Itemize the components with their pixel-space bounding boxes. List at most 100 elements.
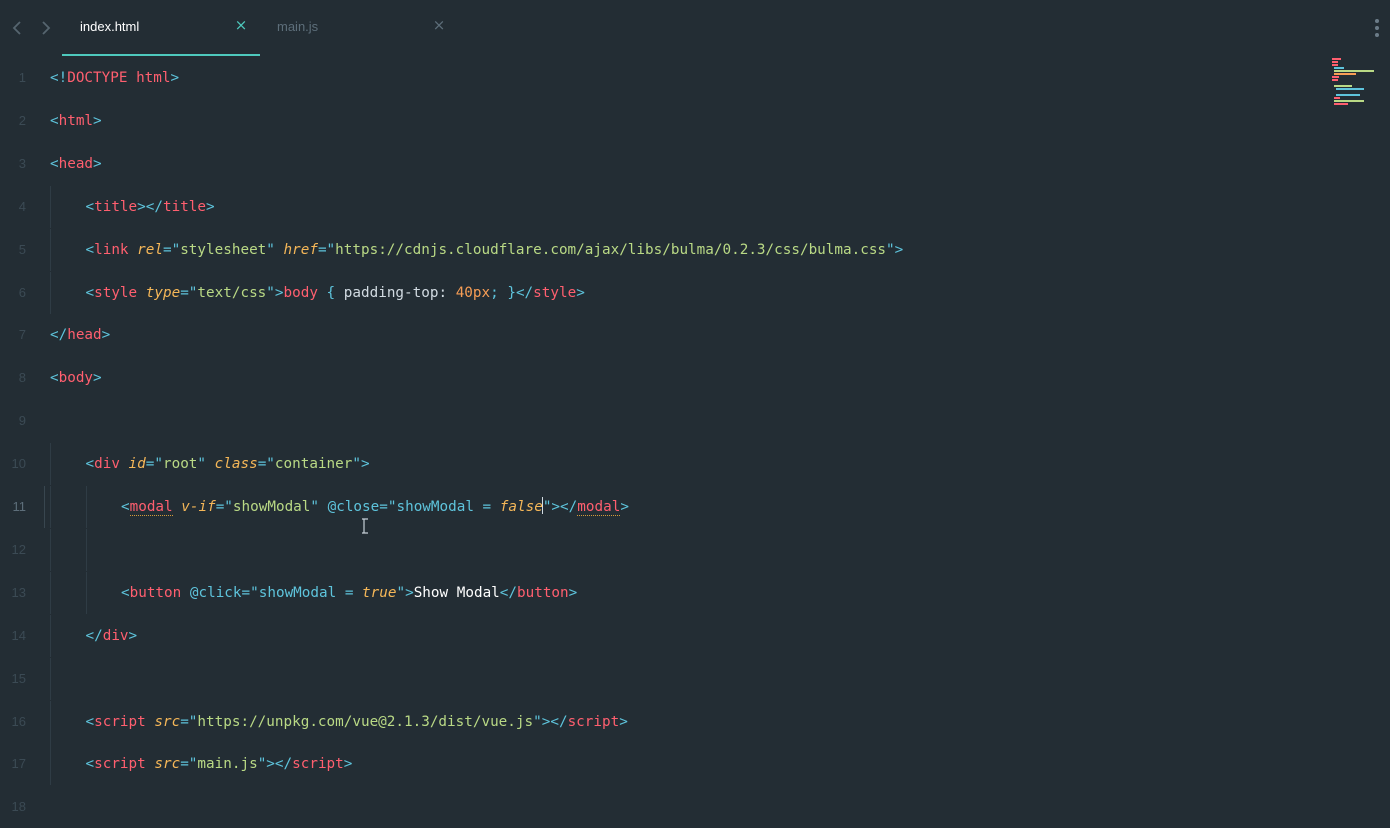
tab-bar: index.html × main.js ×	[0, 0, 1390, 57]
tab-main-js[interactable]: main.js ×	[259, 0, 457, 57]
code-token: </	[50, 327, 68, 344]
code-token: <	[85, 456, 95, 473]
indent-guide	[50, 443, 51, 486]
code-token: ="	[215, 499, 233, 515]
code-token: DOCTYPE html	[67, 70, 171, 86]
code-text: <script src="main.js"></script>	[86, 743, 353, 785]
line-number-text: 9	[18, 413, 26, 429]
code-token: ">	[886, 241, 904, 258]
line-number-text: 6	[18, 284, 26, 300]
code-text: <body>	[50, 357, 102, 399]
code-token: "	[266, 241, 284, 258]
forward-button[interactable]	[36, 18, 56, 38]
code-line[interactable]: 9	[0, 400, 1320, 442]
code-line[interactable]: 16 <script src="https://unpkg.com/vue@2.1…	[0, 700, 1320, 743]
code-token: ="	[317, 241, 336, 258]
line-number-text: 2	[18, 112, 26, 128]
code-text: <link rel="stylesheet" href="https://cdn…	[86, 229, 904, 271]
code-line[interactable]: 6 <style type="text/css">body { padding-t…	[0, 271, 1320, 314]
code-token: <	[85, 756, 95, 773]
code-token: <	[121, 584, 130, 601]
code-text: <!DOCTYPE html>	[50, 57, 179, 99]
code-line[interactable]: 3 <head>	[0, 143, 1320, 185]
code-token: script	[94, 713, 155, 730]
code-line[interactable]: 18	[0, 786, 1320, 828]
code-token: showModal	[232, 499, 311, 515]
line-number: 4	[0, 186, 44, 228]
code-token: >	[619, 713, 628, 730]
tab-index-html[interactable]: index.html ×	[62, 0, 260, 57]
line-number: 6	[0, 272, 44, 314]
indent-guide	[50, 486, 51, 528]
code-token: ="	[180, 713, 198, 730]
code-token: body	[58, 370, 94, 387]
code-line[interactable]: 4 <title></title>	[0, 185, 1320, 228]
indent-guide	[85, 528, 87, 571]
code-line[interactable]: 8 <body>	[0, 357, 1320, 399]
code-line[interactable]: 13 <button @click="showModal = true">Show…	[0, 571, 1320, 614]
code-line[interactable]: 1 <!DOCTYPE html>	[0, 57, 1320, 99]
back-button[interactable]	[7, 18, 27, 38]
line-number: 18	[0, 786, 44, 828]
line-number: 5	[0, 229, 44, 271]
code-token: script	[567, 713, 620, 730]
close-tab-button[interactable]: ×	[234, 18, 248, 33]
code-token: body	[283, 284, 318, 301]
code-text: <head>	[50, 143, 102, 185]
code-token: <	[121, 499, 130, 515]
chevron-right-icon	[42, 21, 51, 35]
code-line[interactable]: 10 <div id="root" class="container">	[0, 443, 1320, 486]
code-token: rel	[137, 241, 163, 258]
line-number-text: 12	[11, 541, 26, 557]
code-token: title	[94, 198, 138, 215]
text-cursor-icon	[362, 518, 368, 534]
code-token: Show Modal	[413, 584, 500, 601]
code-token: https://unpkg.com/vue@2.1.3/dist/vue.js	[197, 713, 534, 730]
code-editor[interactable]: 1 <!DOCTYPE html> 2 <html> 3 <head> 4 <title></…	[0, 57, 1390, 814]
close-tab-button[interactable]: ×	[432, 18, 446, 33]
code-token: {	[317, 284, 344, 301]
code-token: >	[343, 756, 353, 773]
line-number: 9	[0, 400, 44, 442]
code-text: </div>	[86, 615, 138, 657]
code-token: ="	[379, 499, 397, 515]
line-number-text: 18	[11, 799, 26, 815]
line-number-text: 5	[18, 241, 26, 257]
code-line[interactable]: 17 <script src="main.js"></script>	[0, 743, 1320, 786]
line-number: 7	[0, 314, 44, 356]
code-line[interactable]: 7 </head>	[0, 314, 1320, 356]
code-token: "	[310, 499, 328, 515]
code-token: href	[283, 241, 318, 258]
code-token: https://cdnjs.cloudflare.com/ajax/libs/b…	[335, 241, 887, 258]
code-token: "></	[257, 756, 293, 773]
code-token: ="	[241, 584, 259, 601]
code-token: head	[58, 155, 94, 172]
line-number: 1	[0, 57, 44, 99]
code-token: "></	[533, 713, 568, 730]
line-number-text: 8	[18, 370, 26, 386]
code-token: main.js	[197, 756, 258, 773]
code-line[interactable]: 5 <link rel="stylesheet" href="https://cd…	[0, 228, 1320, 271]
code-line[interactable]: 15	[0, 657, 1320, 700]
line-number-text: 3	[18, 155, 26, 171]
code-token: showModal =	[258, 584, 363, 601]
line-number-text: 13	[11, 584, 26, 600]
code-token: false	[499, 499, 543, 515]
code-line[interactable]: 14 </div>	[0, 614, 1320, 657]
code-token: <	[85, 713, 95, 730]
line-number-text: 10	[11, 456, 26, 472]
code-line[interactable]: 12	[0, 528, 1320, 571]
tab-label: main.js	[277, 19, 319, 34]
code-line[interactable]: 11 <modal v-if="showModal" @close="showMo…	[0, 486, 1320, 528]
code-line[interactable]: 2 <html>	[0, 100, 1320, 142]
line-number-text: 4	[18, 198, 26, 214]
more-vertical-icon[interactable]	[1371, 17, 1383, 39]
line-number: 13	[0, 572, 44, 614]
code-token: id	[128, 456, 146, 473]
code-token: true	[362, 584, 397, 601]
code-token: ">	[266, 284, 284, 301]
code-token: >	[206, 198, 215, 215]
code-token: >	[128, 627, 138, 644]
code-token: div	[94, 456, 129, 473]
